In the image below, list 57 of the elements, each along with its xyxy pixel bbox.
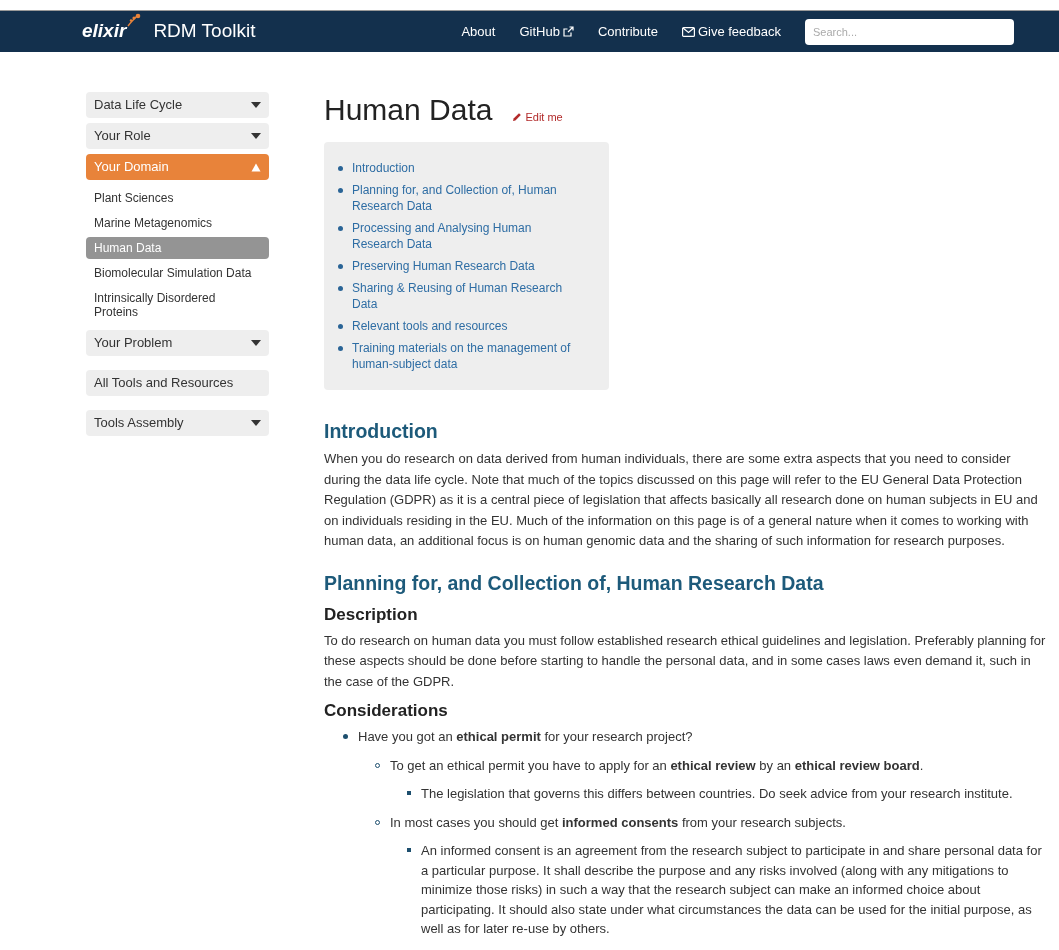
toc-link[interactable]: Preserving Human Research Data <box>352 258 582 274</box>
pencil-icon <box>512 111 523 122</box>
nav-link[interactable]: GitHub <box>519 21 574 42</box>
site-title[interactable]: RDM Toolkit <box>153 17 256 46</box>
bullet-icon <box>338 324 343 329</box>
toc-link[interactable]: Sharing & Reusing of Human Research Data <box>352 280 582 312</box>
list-item-text: Have you got an ethical permit for your research project? <box>358 728 693 746</box>
list-item-text: The legislation that governs this differs between countries. Do seek advice from your research institute. <box>421 785 1013 803</box>
nav-link[interactable]: Give feedback <box>681 21 781 42</box>
caret-up-icon <box>251 162 261 172</box>
section-heading: Introduction <box>324 419 439 444</box>
bullet-icon <box>338 346 343 351</box>
nav-link[interactable]: About <box>461 21 496 42</box>
edit-link[interactable]: Edit me <box>512 108 563 125</box>
search-field[interactable]: Search... <box>805 18 1014 45</box>
sidebar-subitem[interactable]: Marine Metagenomics <box>86 212 269 234</box>
logo-text[interactable]: elixir <box>82 17 127 46</box>
toc-link[interactable]: Planning for, and Collection of, Human Research Data <box>352 182 582 214</box>
bullet-icon <box>407 848 411 852</box>
sidebar-menu-item[interactable]: Data Life Cycle <box>86 92 269 118</box>
bullet-icon <box>343 734 348 739</box>
toc-link[interactable]: Introduction <box>352 160 582 176</box>
page-title: Human Data <box>324 92 493 128</box>
list-item-text: An informed consent is an agreement from the research subject to participate in and share personal data for a particular purpose. It shall describe the purpose and any risks involved (along with any mitigations to minimize those risks) in such a way that the research subject can make an informed choice about participating. It should also state under what circumstances the data can be used for the initial purpose, as well as for later re-use by others. <box>421 842 1043 938</box>
sidebar-menu-item[interactable]: Your Problem <box>86 330 269 356</box>
list-item-text: In most cases you should get informed consents from your research subjects. <box>390 813 846 832</box>
subsection-heading: Description <box>324 603 419 626</box>
caret-down-icon <box>251 420 261 426</box>
caret-down-icon <box>251 340 261 346</box>
subsection-heading: Considerations <box>324 700 449 722</box>
paragraph: To do research on human data you must follow established research ethical guidelines and legislation. Preferably planning for these aspects should be done before starting to handle the personal data, and in some cases laws even demand it, such in the case of the GDPR. <box>324 631 1047 691</box>
sidebar-menu-item[interactable]: Tools Assembly <box>86 410 269 436</box>
paragraph: When you do research on data derived from human individuals, there are some extra aspects that you need to consider during the data life cycle. Note that much of the topics discussed on this page will refer to the EU General Data Protection Regulation (GDPR) as it is a central piece of legislation that affects basically all research done on human subjects in EU and on individuals residing in the EU. Much of the information on this page is of a general nature when it comes to working with human data, an additional focus is on human genomic data and the sharing of such information for research purposes. <box>324 450 1039 550</box>
bullet-icon <box>407 791 411 795</box>
mail-icon <box>681 26 695 37</box>
external-link-icon <box>562 26 574 37</box>
bullet-icon <box>338 166 343 171</box>
sidebar-subitem[interactable]: Plant Sciences <box>86 187 269 209</box>
list-item-text: To get an ethical permit you have to apply for an ethical review by an ethical review board. <box>390 756 924 775</box>
caret-down-icon <box>251 102 261 108</box>
sidebar-subitem[interactable]: Intrinsically Disordered Proteins <box>86 287 269 323</box>
toc-link[interactable]: Training materials on the management of human-subject data <box>352 340 582 372</box>
section-heading: Planning for, and Collection of, Human Research Data <box>324 570 825 596</box>
caret-down-icon <box>251 133 261 139</box>
bullet-icon <box>338 188 343 193</box>
bullet-icon <box>375 762 380 768</box>
nav-link[interactable]: Contribute <box>597 21 658 42</box>
bullet-icon <box>338 226 343 231</box>
bullet-icon <box>375 819 380 825</box>
sidebar-menu-item[interactable]: Your Role <box>86 123 269 149</box>
toc-link[interactable]: Processing and Analysing Human Research Data <box>352 220 582 252</box>
bullet-icon <box>338 264 343 269</box>
toc-link[interactable]: Relevant tools and resources <box>352 318 582 334</box>
sidebar-menu-item[interactable]: All Tools and Resources <box>86 370 269 396</box>
sidebar-subitem[interactable]: Biomolecular Simulation Data <box>86 262 269 284</box>
helix-icon <box>127 13 142 28</box>
bullet-icon <box>338 286 343 291</box>
